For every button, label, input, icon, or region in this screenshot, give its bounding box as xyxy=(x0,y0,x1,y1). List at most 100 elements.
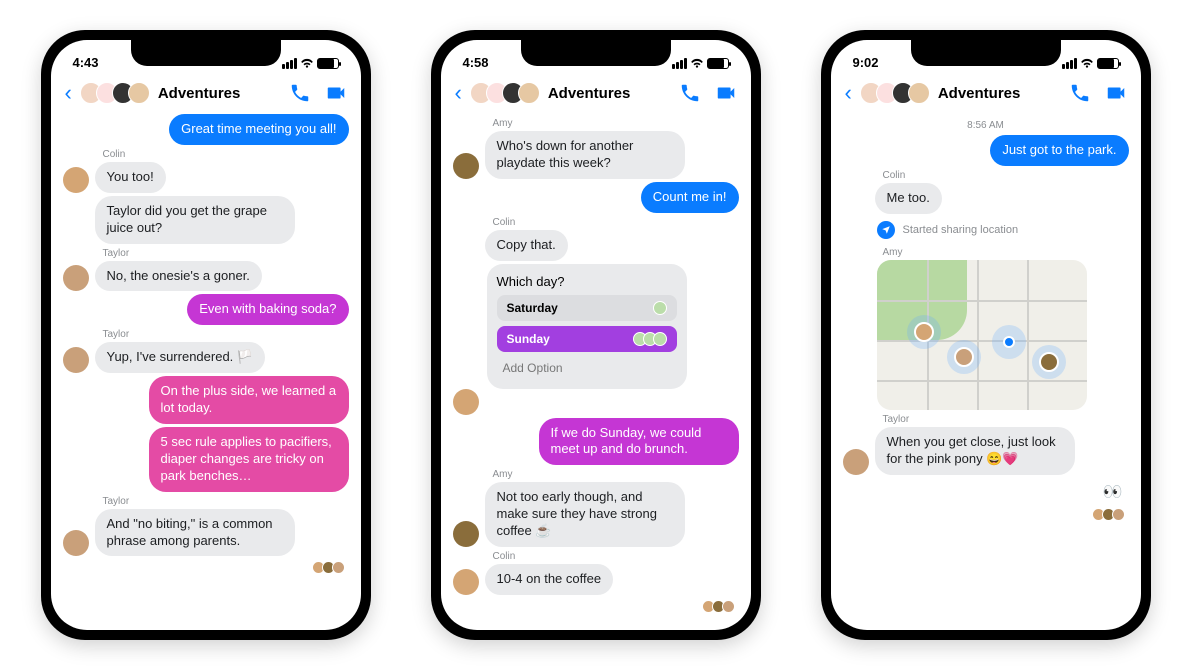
avatar[interactable] xyxy=(63,347,89,373)
avatar[interactable] xyxy=(453,389,479,415)
chat-header: ‹ Adventures xyxy=(51,74,361,114)
message-bubble[interactable]: Who's down for another playdate this wee… xyxy=(485,131,685,179)
message-list[interactable]: Amy Who's down for another playdate this… xyxy=(441,114,751,630)
status-right xyxy=(1062,56,1119,70)
phone-mockup-1: 4:43 ‹ Adventures Great time meeting you… xyxy=(41,30,371,640)
chat-header: ‹ Adventures xyxy=(441,74,751,114)
screen: 4:43 ‹ Adventures Great time meeting you… xyxy=(51,40,361,630)
signal-icon xyxy=(672,58,687,69)
notch xyxy=(521,40,671,66)
voice-call-icon[interactable] xyxy=(679,82,701,104)
phone-mockup-2: 4:58 ‹ Adventures Amy Who's down for ano… xyxy=(431,30,761,640)
sender-label: Colin xyxy=(103,149,349,160)
message-bubble[interactable]: 10-4 on the coffee xyxy=(485,564,614,595)
message-bubble[interactable]: You too! xyxy=(95,162,166,193)
wifi-icon xyxy=(1080,56,1094,70)
screen: 9:02 ‹ Adventures 8:56 AM Just got to th… xyxy=(831,40,1141,630)
signal-icon xyxy=(282,58,297,69)
message-bubble[interactable]: Taylor did you get the grape juice out? xyxy=(95,196,295,244)
voice-call-icon[interactable] xyxy=(1069,82,1091,104)
message-bubble[interactable]: Count me in! xyxy=(641,182,739,213)
notch xyxy=(911,40,1061,66)
poll-question: Which day? xyxy=(497,274,677,289)
sender-label: Taylor xyxy=(883,414,1129,425)
battery-icon xyxy=(1097,58,1119,69)
message-bubble[interactable]: Not too early though, and make sure they… xyxy=(485,482,685,547)
poll-add-option[interactable]: Add Option xyxy=(497,357,677,379)
message-list[interactable]: Great time meeting you all! Colin You to… xyxy=(51,114,361,630)
avatar[interactable] xyxy=(453,153,479,179)
status-right xyxy=(282,56,339,70)
poll-option-saturday[interactable]: Saturday xyxy=(497,295,677,321)
back-button[interactable]: ‹ xyxy=(65,80,72,106)
message-bubble[interactable]: On the plus side, we learned a lot today… xyxy=(149,376,349,424)
chat-title[interactable]: Adventures xyxy=(938,85,1061,102)
timestamp: 8:56 AM xyxy=(843,120,1129,131)
screen: 4:58 ‹ Adventures Amy Who's down for ano… xyxy=(441,40,751,630)
group-avatars[interactable] xyxy=(860,82,930,104)
voice-call-icon[interactable] xyxy=(289,82,311,104)
poll-option-sunday[interactable]: Sunday xyxy=(497,326,677,352)
sender-label: Taylor xyxy=(103,496,349,507)
clock: 4:43 xyxy=(73,55,99,70)
sender-label: Colin xyxy=(493,217,739,228)
avatar[interactable] xyxy=(843,449,869,475)
message-list[interactable]: 8:56 AM Just got to the park. Colin Me t… xyxy=(831,114,1141,630)
message-bubble[interactable]: Just got to the park. xyxy=(990,135,1128,166)
message-bubble[interactable]: 5 sec rule applies to pacifiers, diaper … xyxy=(149,427,349,492)
location-icon xyxy=(877,221,895,239)
map-pin[interactable] xyxy=(1032,345,1066,379)
map-pin-me[interactable] xyxy=(992,325,1026,359)
sender-label: Colin xyxy=(883,170,1129,181)
sender-label: Taylor xyxy=(103,248,349,259)
message-bubble[interactable]: Yup, I've surrendered. 🏳️ xyxy=(95,342,266,373)
seen-indicator xyxy=(63,559,349,576)
group-avatars[interactable] xyxy=(80,82,150,104)
map-pin[interactable] xyxy=(947,340,981,374)
chat-title[interactable]: Adventures xyxy=(158,85,281,102)
group-avatars[interactable] xyxy=(470,82,540,104)
notch xyxy=(131,40,281,66)
phone-mockup-3: 9:02 ‹ Adventures 8:56 AM Just got to th… xyxy=(821,30,1151,640)
seen-indicator xyxy=(453,598,739,615)
back-button[interactable]: ‹ xyxy=(455,80,462,106)
battery-icon xyxy=(317,58,339,69)
signal-icon xyxy=(1062,58,1077,69)
wifi-icon xyxy=(300,56,314,70)
sender-label: Amy xyxy=(493,118,739,129)
chat-header: ‹ Adventures xyxy=(831,74,1141,114)
message-bubble[interactable]: Copy that. xyxy=(485,230,568,261)
sender-label: Taylor xyxy=(103,329,349,340)
seen-indicator xyxy=(843,506,1129,523)
message-bubble[interactable]: Great time meeting you all! xyxy=(169,114,348,145)
sender-label: Amy xyxy=(493,469,739,480)
message-bubble[interactable]: Me too. xyxy=(875,183,942,214)
map-attachment[interactable] xyxy=(877,260,1087,410)
message-bubble[interactable]: No, the onesie's a goner. xyxy=(95,261,262,292)
clock: 9:02 xyxy=(853,55,879,70)
poll-card[interactable]: Which day? Saturday Sunday Add Option xyxy=(487,264,687,389)
message-bubble[interactable]: When you get close, just look for the pi… xyxy=(875,427,1075,475)
message-bubble[interactable]: And "no biting," is a common phrase amon… xyxy=(95,509,295,557)
sender-label: Amy xyxy=(883,247,1129,258)
avatar[interactable] xyxy=(63,167,89,193)
status-right xyxy=(672,56,729,70)
avatar[interactable] xyxy=(63,265,89,291)
message-bubble[interactable]: If we do Sunday, we could meet up and do… xyxy=(539,418,739,466)
clock: 4:58 xyxy=(463,55,489,70)
reaction[interactable]: 👀 xyxy=(843,478,1129,506)
video-call-icon[interactable] xyxy=(1105,82,1127,104)
message-bubble[interactable]: Even with baking soda? xyxy=(187,294,348,325)
avatar[interactable] xyxy=(63,530,89,556)
back-button[interactable]: ‹ xyxy=(845,80,852,106)
location-share-notice: Started sharing location xyxy=(877,217,1129,243)
wifi-icon xyxy=(690,56,704,70)
map-pin[interactable] xyxy=(907,315,941,349)
avatar[interactable] xyxy=(453,569,479,595)
video-call-icon[interactable] xyxy=(325,82,347,104)
sender-label: Colin xyxy=(493,551,739,562)
avatar[interactable] xyxy=(453,521,479,547)
chat-title[interactable]: Adventures xyxy=(548,85,671,102)
video-call-icon[interactable] xyxy=(715,82,737,104)
battery-icon xyxy=(707,58,729,69)
